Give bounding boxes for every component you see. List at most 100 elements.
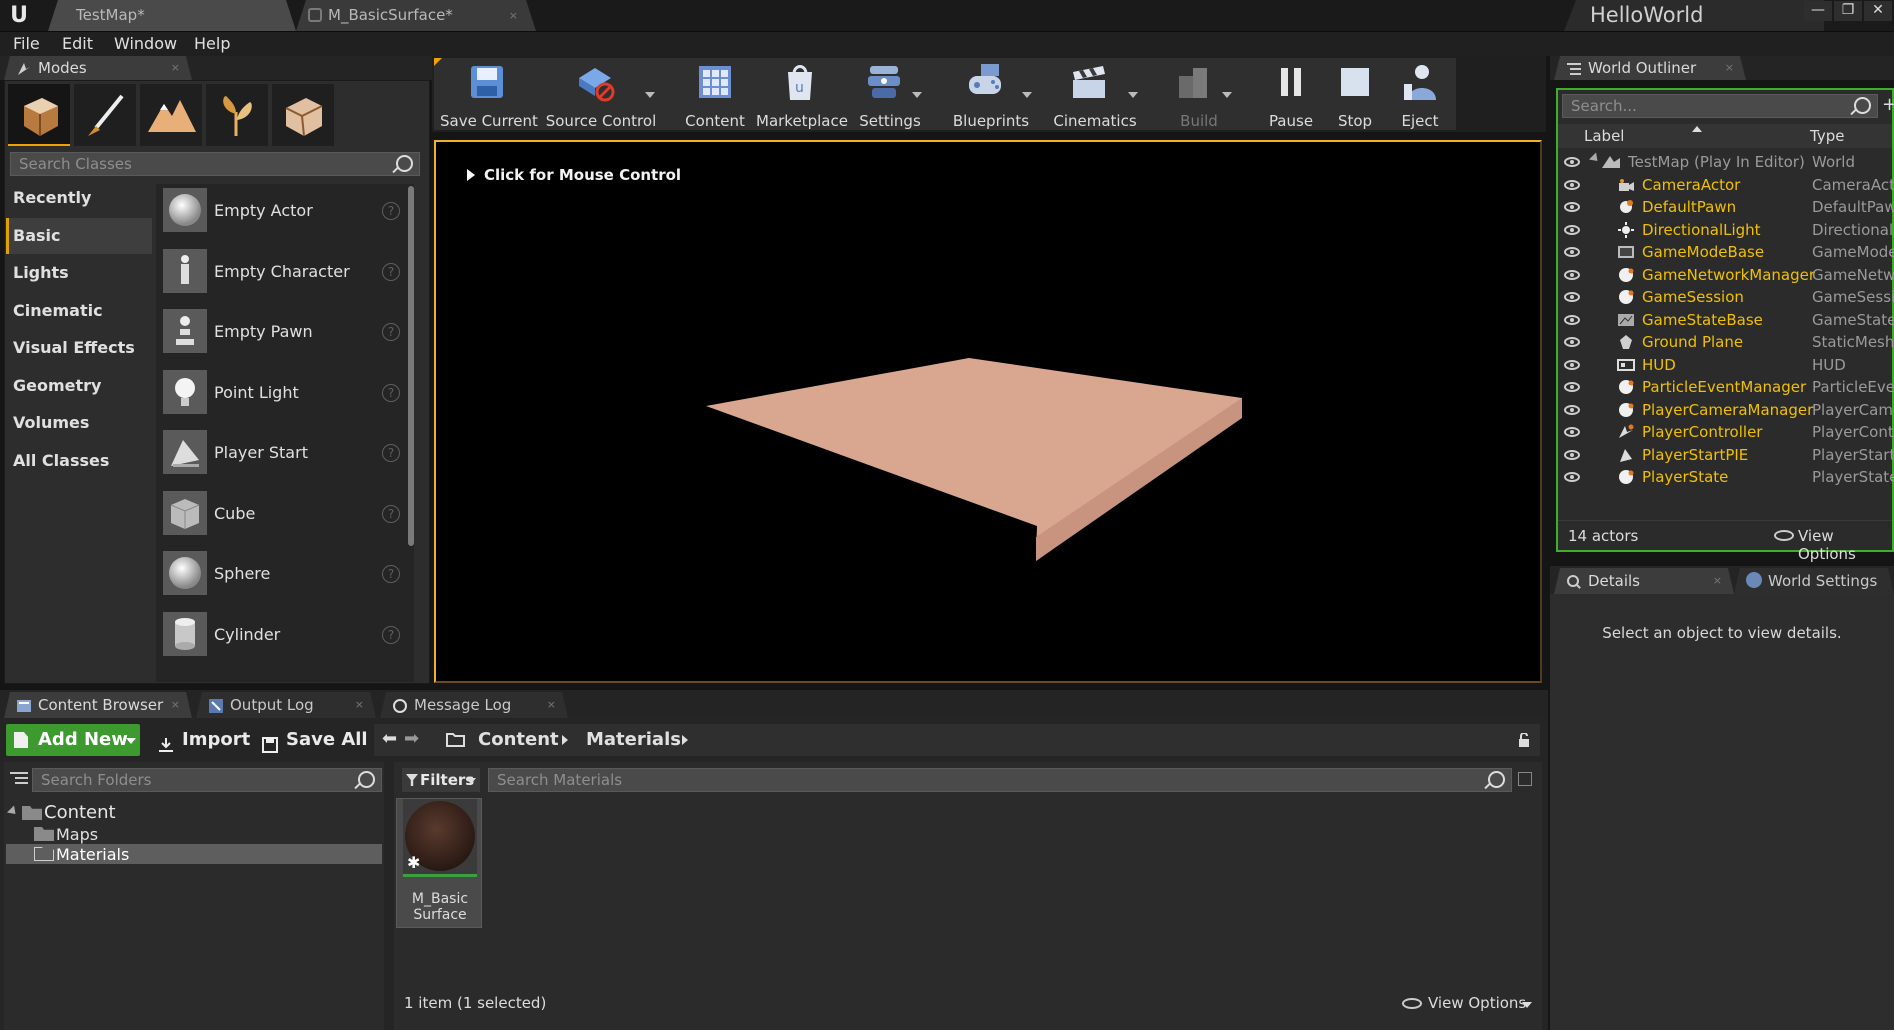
visibility-eye-icon[interactable] — [1564, 337, 1580, 347]
mode-landscape[interactable] — [140, 84, 202, 146]
toolbar-content-button[interactable]: Content — [682, 56, 748, 130]
forward-arrow-icon[interactable]: ➡ — [404, 730, 422, 748]
placeable-item[interactable]: Empty Actor? — [160, 183, 410, 239]
column-type[interactable]: Type — [1810, 127, 1844, 145]
dropdown-caret-icon[interactable] — [1222, 92, 1232, 98]
help-icon[interactable]: ? — [382, 565, 400, 583]
column-label[interactable]: Label — [1584, 127, 1624, 145]
expand-arrow-icon[interactable] — [6, 805, 20, 818]
visibility-eye-icon[interactable] — [1564, 224, 1580, 235]
category-recently-placed[interactable]: Recently Placed — [6, 180, 152, 243]
tab-close-icon[interactable]: × — [355, 692, 364, 718]
toolbar-cinematics-button[interactable]: Cinematics — [1050, 56, 1140, 130]
tab-close-icon[interactable]: × — [171, 56, 180, 80]
outliner-row[interactable]: GameModeBase GameMode — [1560, 241, 1894, 264]
close-button[interactable]: ✕ — [1864, 1, 1892, 21]
tree-item-content[interactable]: Content — [6, 802, 382, 824]
placeable-item[interactable]: Cylinder? — [160, 607, 410, 663]
menu-help[interactable]: Help — [194, 32, 230, 56]
placeable-item[interactable]: Empty Character? — [160, 244, 410, 300]
outliner-search-input[interactable]: Search... — [1562, 94, 1878, 118]
dropdown-caret-icon[interactable] — [1128, 92, 1138, 98]
visibility-eye-icon[interactable] — [1564, 269, 1580, 280]
visibility-eye-icon[interactable] — [1564, 359, 1580, 370]
lock-icon[interactable] — [1518, 732, 1530, 747]
tab-message-log[interactable]: Message Log × — [380, 692, 568, 718]
tree-toggle-icon[interactable] — [10, 770, 28, 786]
minimize-button[interactable]: — — [1804, 1, 1832, 21]
tab-close-icon[interactable]: × — [547, 692, 556, 718]
outliner-row[interactable]: HUD HUD — [1560, 354, 1894, 377]
mode-geometry[interactable] — [272, 84, 334, 146]
dropdown-caret-icon[interactable] — [912, 92, 922, 98]
tab-world-outliner[interactable]: World Outliner × — [1554, 56, 1746, 80]
placeable-item[interactable]: Player Start? — [160, 425, 410, 481]
toolbar-marketplace-button[interactable]: u Marketplace — [756, 56, 848, 130]
help-icon[interactable]: ? — [382, 262, 400, 281]
placeable-item[interactable]: Empty Pawn? — [160, 304, 410, 360]
help-icon[interactable]: ? — [382, 625, 400, 644]
help-icon[interactable]: ? — [382, 383, 400, 402]
toolbar-save-current-button[interactable]: Save Current — [440, 56, 538, 130]
tab-modes[interactable]: Modes × — [4, 56, 192, 80]
visibility-eye-icon[interactable] — [1564, 202, 1580, 212]
dropdown-caret-icon[interactable] — [1022, 92, 1032, 98]
visibility-eye-icon[interactable] — [1564, 157, 1580, 167]
outliner-row[interactable]: GameSession GameSessi — [1560, 286, 1894, 309]
category-all-classes[interactable]: All Classes — [6, 443, 152, 479]
category-basic[interactable]: Basic — [6, 217, 152, 254]
menu-edit[interactable]: Edit — [62, 32, 93, 56]
tab-close-icon[interactable]: × — [509, 0, 518, 31]
toolbar-source-control-button[interactable]: Source Control — [545, 56, 657, 130]
outliner-root-row[interactable]: TestMap (Play In Editor) World — [1560, 151, 1894, 174]
placeable-item[interactable]: Sphere? — [160, 546, 410, 602]
search-materials-input[interactable]: Search Materials — [488, 768, 1512, 792]
mode-paint[interactable] — [74, 84, 136, 146]
toolbar-settings-button[interactable]: Settings — [856, 56, 924, 130]
outliner-row[interactable]: DirectionalLight Directional — [1560, 219, 1894, 242]
toolbar-eject-button[interactable]: Eject — [1392, 56, 1448, 130]
save-all-button[interactable]: Save All — [262, 724, 368, 756]
breadcrumb-content[interactable]: Content — [478, 724, 559, 756]
add-filter-icon[interactable]: + — [1882, 96, 1894, 114]
filters-button[interactable]: Filters — [402, 768, 480, 792]
placeable-item[interactable]: Point Light? — [160, 365, 410, 421]
category-volumes[interactable]: Volumes — [6, 405, 152, 441]
asset-tile-m-basicsurface[interactable]: ✱ M_Basic Surface — [396, 798, 482, 928]
asset-view-options[interactable]: View Options — [1428, 994, 1526, 1012]
visibility-eye-icon[interactable] — [1564, 179, 1580, 190]
help-icon[interactable]: ? — [382, 202, 400, 220]
maximize-button[interactable]: ❐ — [1834, 1, 1862, 21]
tab-world-settings[interactable]: World Settings — [1734, 568, 1894, 594]
breadcrumb-separator-icon[interactable] — [682, 735, 688, 745]
outliner-row[interactable]: PlayerCameraManager PlayerCam — [1560, 399, 1894, 422]
outliner-row[interactable]: PlayerStartPIE PlayerStart — [1560, 444, 1894, 467]
help-icon[interactable]: ? — [382, 323, 400, 341]
menu-window[interactable]: Window — [114, 32, 177, 56]
tab-close-icon[interactable]: × — [171, 692, 180, 718]
tab-m-basicsurface[interactable]: M_BasicSurface* × — [296, 0, 536, 31]
outliner-row[interactable]: GameNetworkManagerGameNetwo — [1560, 264, 1894, 287]
outliner-row[interactable]: ParticleEventManager ParticleEve — [1560, 376, 1894, 399]
back-arrow-icon[interactable]: ⬅ — [382, 730, 400, 748]
tab-testmap[interactable]: TestMap* — [48, 0, 296, 31]
help-icon[interactable]: ? — [382, 444, 400, 462]
import-button[interactable]: Import — [158, 724, 250, 756]
outliner-view-options[interactable]: View Options — [1798, 527, 1892, 563]
tree-item-maps[interactable]: Maps — [8, 824, 382, 844]
visibility-eye-icon[interactable] — [1564, 314, 1580, 325]
visibility-eye-icon[interactable] — [1564, 292, 1580, 302]
toolbar-blueprints-button[interactable]: Blueprints — [948, 56, 1034, 130]
placeable-item[interactable]: Cube? — [160, 486, 410, 542]
tab-close-icon[interactable]: × — [1725, 56, 1734, 80]
search-classes-input[interactable]: Search Classes — [10, 152, 420, 176]
mode-place[interactable] — [8, 84, 70, 146]
toolbar-pause-button[interactable]: Pause — [1262, 56, 1320, 130]
menu-file[interactable]: File — [13, 32, 40, 56]
outliner-row[interactable]: PlayerController PlayerCont — [1560, 421, 1894, 444]
save-search-icon[interactable] — [1518, 772, 1532, 786]
visibility-eye-icon[interactable] — [1564, 427, 1580, 437]
help-icon[interactable]: ? — [382, 504, 400, 523]
outliner-row[interactable]: PlayerState PlayerState — [1560, 466, 1894, 489]
breadcrumb-materials[interactable]: Materials — [586, 724, 681, 756]
